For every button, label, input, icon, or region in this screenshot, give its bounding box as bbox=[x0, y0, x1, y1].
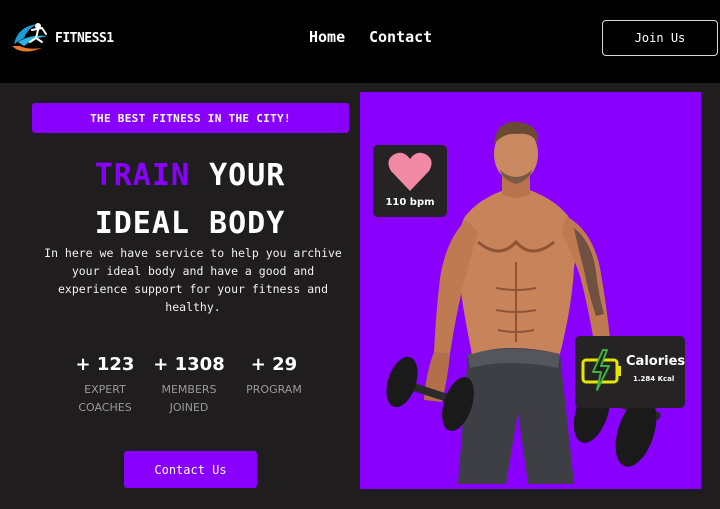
heart-rate-card: 110 bpm bbox=[373, 145, 447, 217]
stat-label: EXPERT COACHES bbox=[78, 383, 132, 414]
join-us-button[interactable]: Join Us bbox=[602, 20, 718, 56]
runner-logo-icon[interactable] bbox=[8, 16, 54, 58]
nav-link-contact[interactable]: Contact bbox=[369, 28, 432, 46]
stat-value: + 1308 bbox=[153, 354, 225, 375]
stat-expert-coaches: + 123 EXPERT COACHES bbox=[70, 354, 140, 417]
stat-label: MEMBERS JOINED bbox=[161, 383, 217, 414]
tagline-banner: THE BEST FITNESS IN THE CITY! bbox=[32, 103, 349, 133]
stat-program: + 29 PROGRAM bbox=[240, 354, 308, 399]
page-title: TRAIN YOUR IDEAL BODY bbox=[40, 152, 340, 248]
heart-icon bbox=[388, 152, 432, 191]
stat-members-joined: + 1308 MEMBERS JOINED bbox=[152, 354, 226, 417]
stat-label: PROGRAM bbox=[246, 383, 302, 396]
nav-link-home[interactable]: Home bbox=[309, 28, 345, 46]
headline-rest: YOUR bbox=[209, 158, 286, 193]
stat-value: + 123 bbox=[75, 354, 135, 375]
stat-value: + 29 bbox=[250, 354, 298, 375]
battery-charging-icon bbox=[581, 349, 621, 391]
calories-value: 1.284 Kcal bbox=[633, 375, 675, 383]
headline-line2: IDEAL BODY bbox=[94, 206, 286, 241]
calories-title: Calories bbox=[626, 354, 686, 369]
brand-name[interactable]: FITNESS1 bbox=[55, 31, 114, 46]
navbar: FITNESS1 Home Contact Join Us bbox=[0, 0, 720, 83]
calories-card: Calories 1.284 Kcal bbox=[575, 336, 685, 408]
hero-description: In here we have service to help you arch… bbox=[44, 246, 342, 314]
headline-accent: TRAIN bbox=[94, 158, 190, 193]
heart-rate-value: 110 bpm bbox=[385, 197, 435, 208]
contact-us-button[interactable]: Contact Us bbox=[124, 451, 257, 488]
